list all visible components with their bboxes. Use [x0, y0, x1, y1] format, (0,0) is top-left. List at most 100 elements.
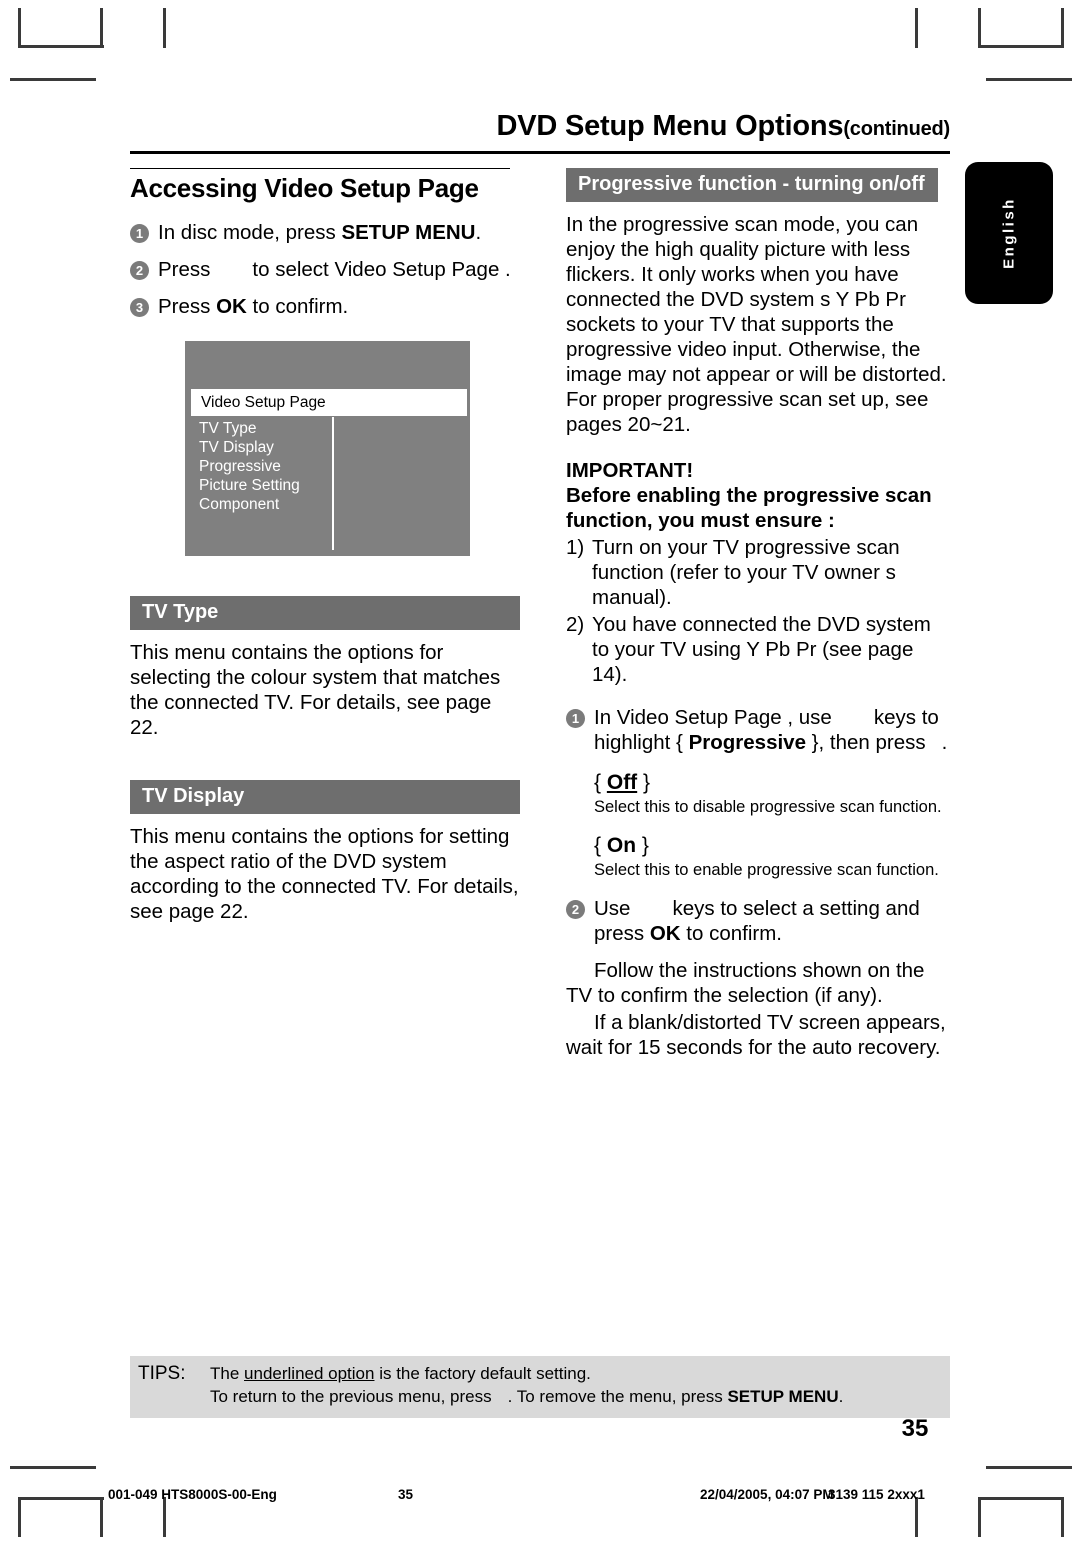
- crop-mark-bottom-right-bleed: [1061, 1497, 1064, 1537]
- tips-label: TIPS:: [138, 1363, 186, 1384]
- crop-mark-bottom-right-vertical: [978, 1497, 981, 1537]
- progressive-step-item-1: 1 In Video Setup Page , use keys to highl…: [566, 705, 950, 755]
- progressive-step-item-2: 2 Use keys to select a setting and press …: [566, 896, 950, 946]
- crop-mark-bottom-right-tick: [986, 1466, 1072, 1469]
- progressive-step-2-part-a: Use: [594, 897, 631, 921]
- progressive-step-text-2: Use keys to select a setting and press OK…: [594, 896, 950, 946]
- crop-mark-top-left-horizontal: [18, 45, 104, 48]
- step-item-2: 2 Press to select Video Setup Page .: [130, 257, 520, 282]
- option-on-description: Select this to enable progressive scan f…: [594, 860, 939, 879]
- osd-menu-item-picture-setting: Picture Setting: [199, 476, 300, 494]
- section-header-progressive-function: Progressive function - turning on/off: [566, 168, 938, 202]
- crop-mark-top-left-tick: [10, 78, 96, 81]
- section-header-tv-display: TV Display: [130, 780, 520, 814]
- page-number: 35: [901, 1415, 929, 1442]
- step-text-3-pre: Press: [158, 295, 217, 318]
- step-bullet-1: 1: [130, 224, 149, 243]
- tips-line-1-post: is the factory default setting.: [374, 1364, 591, 1383]
- progressive-step-1-part-a: In Video Setup Page , use: [594, 706, 832, 729]
- option-off-brace-close: }: [637, 771, 651, 794]
- important-item-1-text: Turn on your TV progressive scan functio…: [592, 536, 900, 609]
- step-text-1-bold: SETUP MENU: [341, 221, 476, 244]
- progressive-step-bullet-1: 1: [566, 709, 585, 728]
- step-text-2: Press to select Video Setup Page .: [158, 257, 520, 282]
- step-text-3: Press OK to confirm.: [158, 294, 520, 319]
- step-text-1: In disc mode, press SETUP MENU.: [158, 220, 520, 245]
- progressive-step-bullet-2: 2: [566, 900, 585, 920]
- step-text-3-bold: OK: [216, 295, 247, 318]
- option-off-heading: { Off }: [594, 771, 950, 795]
- crop-mark-bottom-left-tick-vertical: [163, 1497, 166, 1537]
- crop-mark-top-right-tick-vertical: [915, 8, 918, 48]
- step-item-3: 3 Press OK to confirm.: [130, 294, 520, 319]
- step-text-1-pre: In disc mode, press: [158, 221, 342, 244]
- left-column: Accessing Video Setup Page 1 In disc mod…: [130, 168, 520, 1060]
- trailing-paragraph-2: If a blank/distorted TV screen appears, …: [566, 1011, 946, 1060]
- tips-line-2-pre: To return to the previous menu, press: [210, 1386, 492, 1406]
- section-body-tv-type: This menu contains the options for selec…: [130, 641, 501, 739]
- tips-line-2-post: .: [838, 1386, 844, 1406]
- progressive-step-1-bold: Progressive: [688, 731, 806, 754]
- tips-line-2-bold: SETUP MENU: [727, 1386, 839, 1406]
- progressive-options: { Off } Select this to disable progressi…: [594, 771, 950, 880]
- print-footer-date: 22/04/2005, 04:07 PM: [700, 1487, 834, 1502]
- step-bullet-3: 3: [130, 298, 149, 317]
- option-off-brace-open: {: [594, 771, 607, 794]
- crop-mark-top-right-tick: [986, 78, 1072, 81]
- option-on-name: On: [606, 833, 637, 857]
- language-thumb-tab: English: [965, 162, 1053, 304]
- crop-mark-top-right-bleed: [1061, 8, 1064, 48]
- osd-menu-item-tv-type: TV Type: [199, 420, 257, 437]
- progressive-step-1-part-c: }, then press: [805, 731, 926, 754]
- section-title-rule: [130, 168, 510, 169]
- progressive-step-text-1: In Video Setup Page , use keys to highlig…: [594, 705, 950, 755]
- step-text-2-post: to select Video Setup Page .: [252, 258, 511, 281]
- crop-mark-bottom-right-tick-vertical: [915, 1497, 918, 1537]
- option-on-heading: { On }: [594, 834, 950, 858]
- running-head-title: DVD Setup Menu Options: [496, 110, 844, 142]
- osd-menu-item-component: Component: [199, 495, 280, 513]
- important-subheading: Before enabling the progressive scan fun…: [566, 484, 932, 532]
- language-tab-label: English: [1000, 197, 1018, 269]
- osd-column-divider: [332, 417, 334, 550]
- tips-line-1: The underlined option is the factory def…: [210, 1363, 950, 1386]
- right-column: Progressive function - turning on/off In…: [566, 168, 950, 1060]
- important-label: IMPORTANT!: [566, 459, 694, 482]
- osd-menu-item-tv-display: TV Display: [199, 438, 274, 456]
- tips-box: TIPS: The underlined option is the facto…: [130, 1356, 950, 1418]
- osd-menu-screenshot: Video Setup Page TV Type TV Display Prog…: [185, 341, 470, 556]
- crop-mark-bottom-left-vertical: [100, 1497, 103, 1537]
- crop-mark-top-left-vertical: [100, 8, 103, 48]
- running-head: DVD Setup Menu Options(continued): [130, 110, 951, 149]
- step-item-1: 1 In disc mode, press SETUP MENU.: [130, 220, 520, 245]
- option-off-name: Off: [606, 771, 638, 794]
- section-header-tv-type: TV Type: [130, 596, 520, 630]
- page-title: Accessing Video Setup Page: [130, 173, 479, 203]
- progressive-step-2-bold: OK: [649, 922, 681, 946]
- osd-menu-list: TV Type TV Display Progressive Picture S…: [199, 420, 300, 515]
- step-bullet-2: 2: [130, 261, 149, 280]
- print-footer-page: 35: [398, 1487, 414, 1502]
- important-item-1-label: 1): [566, 536, 585, 559]
- osd-menu-item-progressive: Progressive: [199, 457, 281, 475]
- option-off-description: Select this to disable progressive scan …: [594, 798, 942, 816]
- tips-body: The underlined option is the factory def…: [210, 1363, 950, 1409]
- crop-mark-bottom-left-bleed: [18, 1497, 21, 1537]
- crop-mark-top-left-bleed: [18, 8, 21, 48]
- crop-mark-top-left-tick-vertical: [163, 8, 166, 48]
- tips-line-1-pre: The: [210, 1364, 245, 1383]
- step-text-2-pre: Press: [158, 258, 211, 281]
- two-column-layout: Accessing Video Setup Page 1 In disc mod…: [130, 168, 950, 1060]
- running-head-rule: [130, 151, 950, 154]
- osd-title-bar: Video Setup Page: [191, 389, 467, 416]
- important-item-2: 2) You have connected the DVD system to …: [566, 612, 950, 687]
- progressive-step-2-part-c: to confirm.: [680, 922, 782, 946]
- crop-mark-bottom-right-horizontal: [978, 1497, 1064, 1500]
- important-item-2-label: 2): [566, 613, 585, 636]
- trailing-paragraph-1: Follow the instructions shown on the TV …: [566, 959, 925, 1008]
- page-content: DVD Setup Menu Options(continued) Access…: [130, 110, 950, 1060]
- print-footer-filename: 001-049 HTS8000S-00-Eng: [108, 1487, 277, 1502]
- option-on-brace-close: }: [636, 833, 649, 857]
- tips-line-1-underline: underlined option: [244, 1364, 375, 1383]
- tips-line-2: To return to the previous menu, press . T…: [210, 1386, 950, 1409]
